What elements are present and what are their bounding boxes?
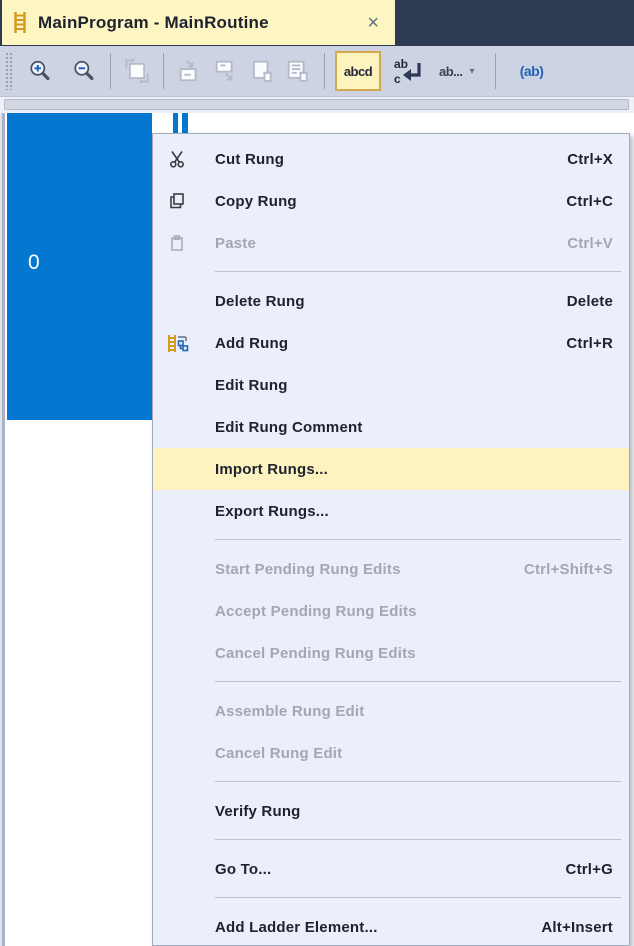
menu-item-label: Edit Rung — [215, 377, 288, 394]
collapsed-splitter-row — [0, 97, 634, 113]
menu-separator — [153, 674, 629, 690]
menu-item-label: Import Rungs... — [215, 461, 328, 478]
zoom-out-button[interactable] — [66, 52, 102, 90]
menu-item-label: Paste — [215, 235, 256, 252]
box-with-trash-icon — [249, 58, 275, 84]
menu-item-label: Accept Pending Rung Edits — [215, 603, 417, 620]
menu-item-shortcut: Alt+Insert — [541, 919, 613, 936]
menu-item-label: Delete Rung — [215, 293, 305, 310]
menu-item-label: Copy Rung — [215, 193, 297, 210]
menu-item-edit-rung-comment[interactable]: Edit Rung Comment — [153, 406, 629, 448]
tab-mainprogram-mainroutine[interactable]: MainProgram - MainRoutine × — [2, 0, 395, 45]
menu-item-verify-rung[interactable]: Verify Rung — [153, 790, 629, 832]
toolbar-separator — [495, 53, 496, 89]
menu-separator — [153, 832, 629, 848]
menu-item-label: Add Rung — [215, 335, 288, 352]
wrap-tag-names-button[interactable]: ab c — [387, 52, 431, 90]
zoom-out-icon — [72, 59, 96, 83]
svg-text:c: c — [394, 72, 401, 86]
toolbar-grip-handle[interactable] — [5, 52, 14, 90]
ab-ellipsis-label: ab... — [439, 64, 463, 79]
menu-item-label: Add Ladder Element... — [215, 919, 378, 936]
arrow-out-of-box-icon — [213, 58, 239, 84]
zoom-in-icon — [28, 59, 52, 83]
menu-item-export-rungs[interactable]: Export Rungs... — [153, 490, 629, 532]
menu-item-delete-rung[interactable]: Delete Rung Delete — [153, 280, 629, 322]
tab-title: MainProgram - MainRoutine — [38, 13, 269, 33]
menu-item-assemble-rung-edit[interactable]: Assemble Rung Edit — [153, 690, 629, 732]
menu-item-label: Assemble Rung Edit — [215, 703, 364, 720]
toolbar-separator — [110, 53, 111, 89]
branch-out-button[interactable] — [208, 52, 244, 90]
menu-item-edit-rung[interactable]: Edit Rung — [153, 364, 629, 406]
menu-item-import-rungs[interactable]: Import Rungs... — [153, 448, 629, 490]
arrow-into-box-icon — [177, 58, 203, 84]
ladder-toolbar: abcd ab c ab... ▾ (ab) — [0, 46, 634, 97]
chevron-down-icon[interactable]: ▾ — [470, 66, 475, 77]
menu-item-cancel-rung-edit[interactable]: Cancel Rung Edit — [153, 732, 629, 774]
paste-icon — [153, 233, 201, 253]
toggle-tag-display-button[interactable]: (ab) — [508, 52, 556, 90]
menu-item-shortcut: Ctrl+X — [567, 151, 613, 168]
wrap-rung-icon — [124, 58, 150, 84]
menu-item-shortcut: Delete — [567, 293, 613, 310]
menu-item-add-rung[interactable]: Add Rung Ctrl+R — [153, 322, 629, 364]
menu-item-shortcut: Ctrl+R — [566, 335, 613, 352]
abcd-label: abcd — [344, 64, 372, 79]
toolbar-separator — [324, 53, 325, 89]
splitter-bar[interactable] — [4, 99, 629, 110]
menu-item-shortcut: Ctrl+Shift+S — [524, 561, 613, 578]
menu-item-label: Verify Rung — [215, 803, 301, 820]
menu-item-label: Edit Rung Comment — [215, 419, 363, 436]
menu-item-shortcut: Ctrl+G — [566, 861, 613, 878]
menu-item-cut-rung[interactable]: Cut Rung Ctrl+X — [153, 138, 629, 180]
menu-item-label: Cancel Pending Rung Edits — [215, 645, 416, 662]
show-descriptions-toggle-button[interactable]: abcd — [335, 51, 381, 91]
rung-0-header[interactable]: 0 — [7, 113, 152, 420]
delete-branch-button[interactable] — [244, 52, 280, 90]
menu-item-label: Cancel Rung Edit — [215, 745, 342, 762]
ladder-editor-window: MainProgram - MainRoutine × — [0, 0, 634, 946]
menu-item-accept-pending-rung-edits[interactable]: Accept Pending Rung Edits — [153, 590, 629, 632]
menu-item-paste[interactable]: Paste Ctrl+V — [153, 222, 629, 264]
zoom-in-button[interactable] — [22, 52, 58, 90]
ladder-routine-icon — [12, 11, 28, 34]
canvas-left-edge — [0, 113, 7, 946]
menu-item-label: Export Rungs... — [215, 503, 329, 520]
menu-item-cancel-pending-rung-edits[interactable]: Cancel Pending Rung Edits — [153, 632, 629, 674]
wrap-rung-button[interactable] — [119, 52, 155, 90]
menu-item-label: Go To... — [215, 861, 271, 878]
toolbar-separator — [163, 53, 164, 89]
ab-paren-label: (ab) — [520, 63, 544, 79]
menu-item-start-pending-rung-edits[interactable]: Start Pending Rung Edits Ctrl+Shift+S — [153, 548, 629, 590]
menu-separator — [153, 890, 629, 906]
menu-item-go-to[interactable]: Go To... Ctrl+G — [153, 848, 629, 890]
menu-item-add-ladder-element[interactable]: Add Ladder Element... Alt+Insert — [153, 906, 629, 946]
add-rung-icon — [153, 333, 201, 354]
tab-bar: MainProgram - MainRoutine × — [0, 0, 634, 46]
rung-number: 0 — [28, 251, 40, 275]
tab-close-icon[interactable]: × — [361, 13, 385, 33]
branch-in-button[interactable] — [172, 52, 208, 90]
lined-box-with-trash-icon — [285, 58, 311, 84]
copy-icon — [153, 191, 201, 211]
menu-item-copy-rung[interactable]: Copy Rung Ctrl+C — [153, 180, 629, 222]
menu-separator — [153, 532, 629, 548]
menu-item-label: Cut Rung — [215, 151, 284, 168]
scissors-icon — [153, 149, 201, 169]
menu-separator — [153, 264, 629, 280]
menu-item-shortcut: Ctrl+C — [566, 193, 613, 210]
ab-wrap-icon: ab c — [392, 56, 426, 86]
rung-rail-marker — [173, 113, 178, 133]
delete-comment-button[interactable] — [280, 52, 316, 90]
rung-context-menu: Cut Rung Ctrl+X Copy Rung Ctrl+C — [152, 133, 630, 946]
truncate-names-dropdown[interactable]: ab... ▾ — [435, 52, 479, 90]
svg-text:ab: ab — [394, 57, 408, 71]
rung-rail-marker — [182, 113, 188, 133]
menu-item-label: Start Pending Rung Edits — [215, 561, 401, 578]
menu-item-shortcut: Ctrl+V — [567, 235, 613, 252]
menu-separator — [153, 774, 629, 790]
